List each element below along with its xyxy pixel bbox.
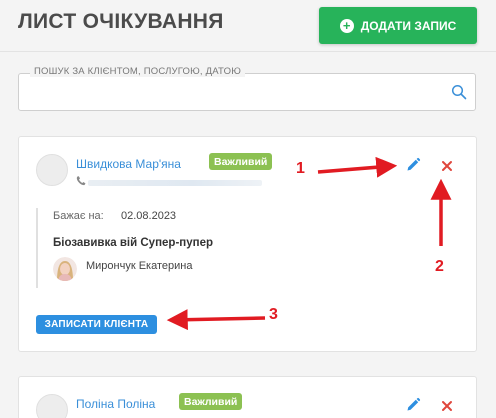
delete-icon[interactable] [440,399,454,413]
add-entry-label: ДОДАТИ ЗАПИС [360,18,457,33]
service-name: Біозавивка вій Супер-пупер [53,237,213,249]
plus-circle-icon: + [339,18,354,33]
callout-1: 1 [296,160,305,177]
priority-badge: Важливий [209,153,273,170]
client-name-link[interactable]: Швидкова Мар'яна [76,157,181,171]
phone-number [88,180,262,186]
search-input[interactable] [19,74,439,110]
client-avatar [36,154,68,186]
waitlist-card: Поліна Поліна Важливий [18,376,477,418]
waitlist-card: Швидкова Мар'яна Важливий Бажає на: 02.0… [18,136,477,352]
header-divider [0,51,496,52]
search-label: ПОШУК ЗА КЛІЄНТОМ, ПОСЛУГОЮ, ДАТОЮ [30,66,246,77]
client-name-link[interactable]: Поліна Поліна [76,397,155,411]
callout-3: 3 [269,306,278,323]
page-title: ЛИСТ ОЧІКУВАННЯ [18,10,224,33]
wanted-date-value: 02.08.2023 [121,210,177,222]
search-icon[interactable] [451,84,467,100]
callout-2: 2 [435,258,444,275]
add-entry-button[interactable]: + ДОДАТИ ЗАПИС [319,7,477,44]
edit-pencil-icon[interactable] [405,157,421,173]
wanted-date-label: Бажає на: [53,210,104,222]
client-avatar [36,394,68,418]
priority-badge: Важливий [179,393,243,410]
detail-divider [36,208,38,288]
delete-icon[interactable] [440,159,454,173]
master-name: Мирончук Екатерина [86,260,193,272]
book-client-button[interactable]: ЗАПИСАТИ КЛІЄНТА [36,315,157,334]
search-field[interactable] [18,73,476,111]
master-avatar [53,257,77,281]
edit-pencil-icon[interactable] [405,397,421,413]
phone-icon [76,176,86,186]
